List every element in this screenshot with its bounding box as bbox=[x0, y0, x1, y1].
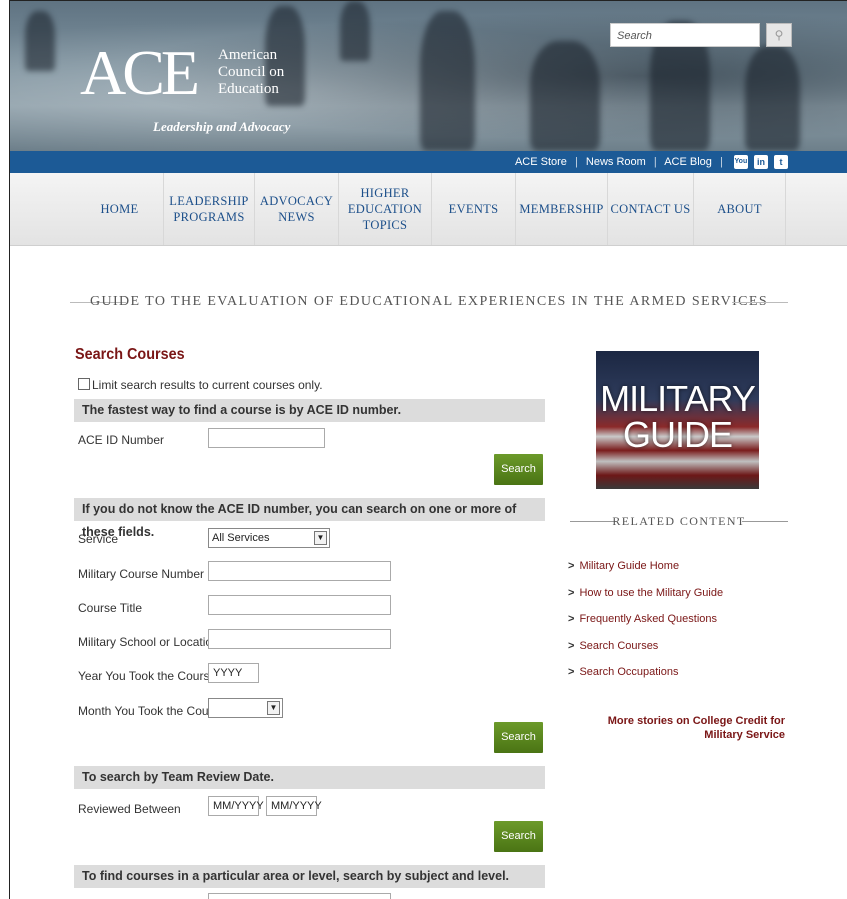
section-fields: If you do not know the ACE ID number, yo… bbox=[74, 498, 545, 539]
limit-current-row: Limit search results to current courses … bbox=[78, 378, 323, 392]
search-courses-heading: Search Courses bbox=[75, 346, 185, 363]
military-guide-image[interactable]: MILITARY GUIDE bbox=[596, 351, 759, 489]
chevron-down-icon: ▼ bbox=[314, 531, 327, 545]
page-title: GUIDE TO THE EVALUATION OF EDUCATIONAL E… bbox=[89, 294, 769, 309]
tagline: Leadership and Advocacy bbox=[153, 119, 291, 134]
ace-blog-link[interactable]: ACE Blog bbox=[664, 156, 712, 168]
nav-advocacy-news[interactable]: ADVOCACY NEWS bbox=[255, 173, 339, 245]
header-banner: ACE American Council on Education Leader… bbox=[10, 1, 847, 151]
linkedin-icon[interactable]: in bbox=[753, 155, 768, 170]
nav-about[interactable]: ABOUT bbox=[694, 173, 786, 245]
section-review-date: To search by Team Review Date. bbox=[74, 766, 545, 789]
nav-home[interactable]: HOME bbox=[76, 173, 164, 245]
month-select[interactable]: ▼ bbox=[208, 698, 283, 718]
chevron-down-icon: ▼ bbox=[267, 701, 280, 715]
related-link-how-to-use[interactable]: > How to use the Military Guide bbox=[568, 587, 723, 599]
separator: | bbox=[719, 156, 723, 168]
year-input[interactable]: YYYY bbox=[208, 663, 259, 683]
title-rule-right bbox=[732, 302, 788, 303]
ace-logo[interactable]: ACE bbox=[80, 41, 200, 105]
related-link-search-occupations[interactable]: > Search Occupations bbox=[568, 666, 679, 678]
course-title-label: Course Title bbox=[78, 601, 143, 615]
separator: | bbox=[574, 156, 578, 168]
search-button-ace-id[interactable]: Search bbox=[494, 454, 543, 485]
news-room-link[interactable]: News Room bbox=[586, 156, 646, 168]
course-title-input[interactable] bbox=[208, 595, 391, 615]
month-label: Month You Took the Course bbox=[78, 704, 226, 718]
section-ace-id: The fastest way to find a course is by A… bbox=[74, 399, 545, 422]
military-course-number-input[interactable] bbox=[208, 561, 391, 581]
youtube-icon[interactable]: You bbox=[733, 155, 748, 170]
related-link-military-guide-home[interactable]: > Military Guide Home bbox=[568, 560, 679, 572]
year-label: Year You Took the Course bbox=[78, 669, 217, 683]
main-nav: HOME LEADERSHIP PROGRAMS ADVOCACY NEWS H… bbox=[10, 173, 847, 246]
nav-contact-us[interactable]: CONTACT US bbox=[608, 173, 694, 245]
related-link-search-courses[interactable]: > Search Courses bbox=[568, 640, 658, 652]
search-button-fields[interactable]: Search bbox=[494, 722, 543, 753]
ace-store-link[interactable]: ACE Store bbox=[515, 156, 567, 168]
nav-higher-education-topics[interactable]: HIGHER EDUCATION TOPICS bbox=[339, 173, 432, 245]
page-frame: ACE American Council on Education Leader… bbox=[9, 0, 847, 899]
review-start-input[interactable]: MM/YYYY bbox=[208, 796, 264, 816]
subject-input[interactable] bbox=[208, 893, 391, 899]
military-course-number-label: Military Course Number bbox=[78, 567, 205, 581]
nav-events[interactable]: EVENTS bbox=[432, 173, 516, 245]
military-school-input[interactable] bbox=[208, 629, 391, 649]
service-select[interactable]: All Services ▼ bbox=[208, 528, 330, 548]
ace-id-label: ACE ID Number bbox=[78, 433, 165, 447]
search-button-review[interactable]: Search bbox=[494, 821, 543, 852]
nav-leadership-programs[interactable]: LEADERSHIP PROGRAMS bbox=[164, 173, 255, 245]
separator: | bbox=[653, 156, 657, 168]
military-school-label: Military School or Location bbox=[78, 635, 219, 649]
related-rule-right bbox=[742, 521, 788, 522]
ace-id-input[interactable] bbox=[208, 428, 325, 448]
section-subject-level: To find courses in a particular area or … bbox=[74, 865, 545, 888]
limit-current-checkbox[interactable] bbox=[78, 378, 90, 390]
related-link-faq[interactable]: > Frequently Asked Questions bbox=[568, 613, 717, 625]
reviewed-between-label: Reviewed Between bbox=[78, 802, 181, 816]
utility-bar: ACE Store | News Room | ACE Blog | You i… bbox=[10, 151, 847, 173]
twitter-icon[interactable]: t bbox=[774, 155, 788, 170]
service-label: Service bbox=[78, 532, 119, 546]
military-guide-image-text: MILITARY GUIDE bbox=[600, 378, 756, 455]
search-icon[interactable]: ⚲ bbox=[766, 23, 792, 47]
ace-logo-text: American Council on Education bbox=[218, 47, 285, 97]
limit-current-label: Limit search results to current courses … bbox=[92, 378, 323, 392]
nav-membership[interactable]: MEMBERSHIP bbox=[516, 173, 608, 245]
review-end-input[interactable]: MM/YYYY bbox=[266, 796, 322, 816]
more-stories-link[interactable]: More stories on College Credit for Milit… bbox=[590, 714, 785, 742]
site-search-input[interactable]: Search bbox=[610, 23, 760, 47]
